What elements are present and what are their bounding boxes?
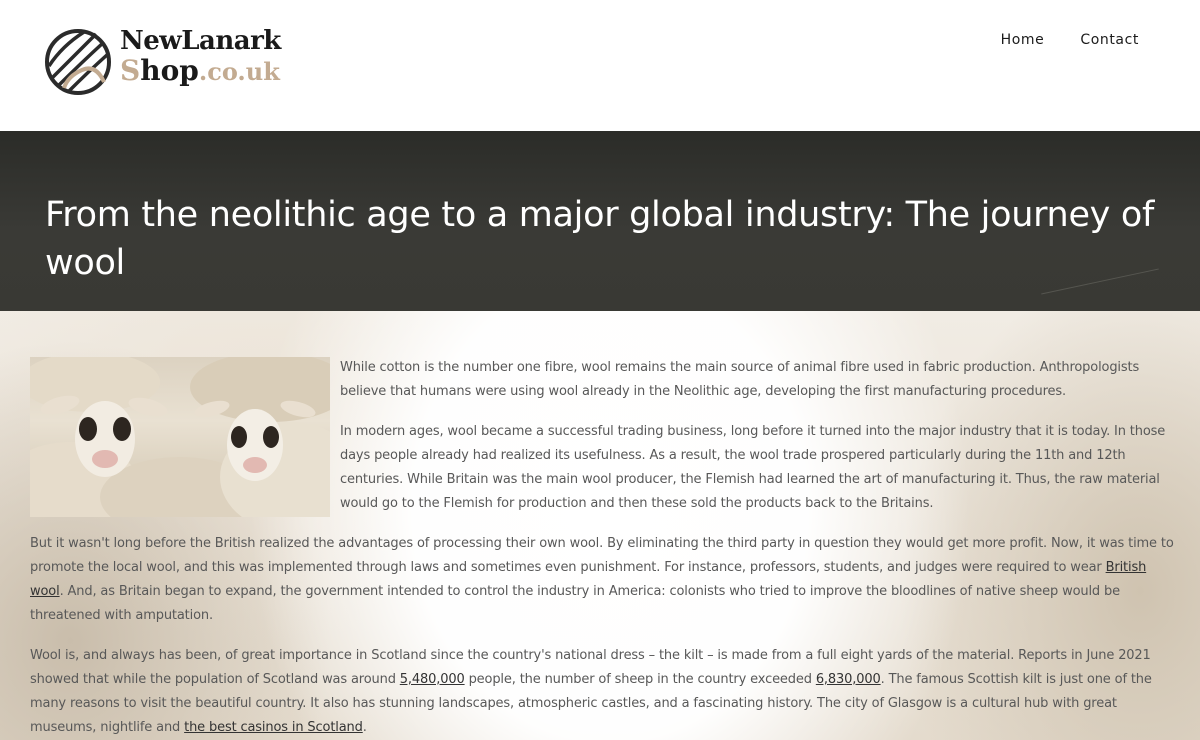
article-paragraph-4: Wool is, and always has been, of great i… <box>30 644 1175 740</box>
logo-tld: .co.uk <box>198 57 280 86</box>
p3-text-a: But it wasn't long before the British re… <box>30 536 1174 575</box>
site-logo[interactable]: NewLanark Shop.co.uk <box>44 26 284 98</box>
page-title: From the neolithic age to a major global… <box>45 195 1155 283</box>
article-paragraph-3: But it wasn't long before the British re… <box>30 532 1175 628</box>
logo-wordmark: NewLanark Shop.co.uk <box>120 28 281 85</box>
p3-text-b: . And, as Britain began to expand, the g… <box>30 584 1120 623</box>
logo-line1: NewLanark <box>120 26 281 56</box>
link-best-casinos[interactable]: the best casinos in Scotland <box>184 720 363 735</box>
yarn-ball-icon <box>45 29 111 95</box>
p4-text-b: people, the number of sheep in the count… <box>464 672 816 687</box>
logo-hop: hop <box>140 54 199 87</box>
article-paragraph-2: In modern ages, wool became a successful… <box>340 424 1166 511</box>
article-paragraph-1: While cotton is the number one fibre, wo… <box>340 360 1140 399</box>
nav-home[interactable]: Home <box>1001 32 1045 48</box>
logo-s: S <box>120 54 141 87</box>
logo-line2: Shop.co.uk <box>120 57 281 85</box>
nav-contact[interactable]: Contact <box>1080 32 1139 48</box>
site-header: NewLanark Shop.co.uk Home Contact <box>0 0 1200 131</box>
hero-banner: From the neolithic age to a major global… <box>0 131 1200 311</box>
link-population[interactable]: 5,480,000 <box>400 672 465 687</box>
article-content: While cotton is the number one fibre, wo… <box>0 311 1200 740</box>
link-sheep-count[interactable]: 6,830,000 <box>816 672 881 687</box>
main-nav: Home Contact <box>1001 32 1139 48</box>
p4-text-d: . <box>362 720 367 735</box>
sheep-photo <box>30 357 330 517</box>
